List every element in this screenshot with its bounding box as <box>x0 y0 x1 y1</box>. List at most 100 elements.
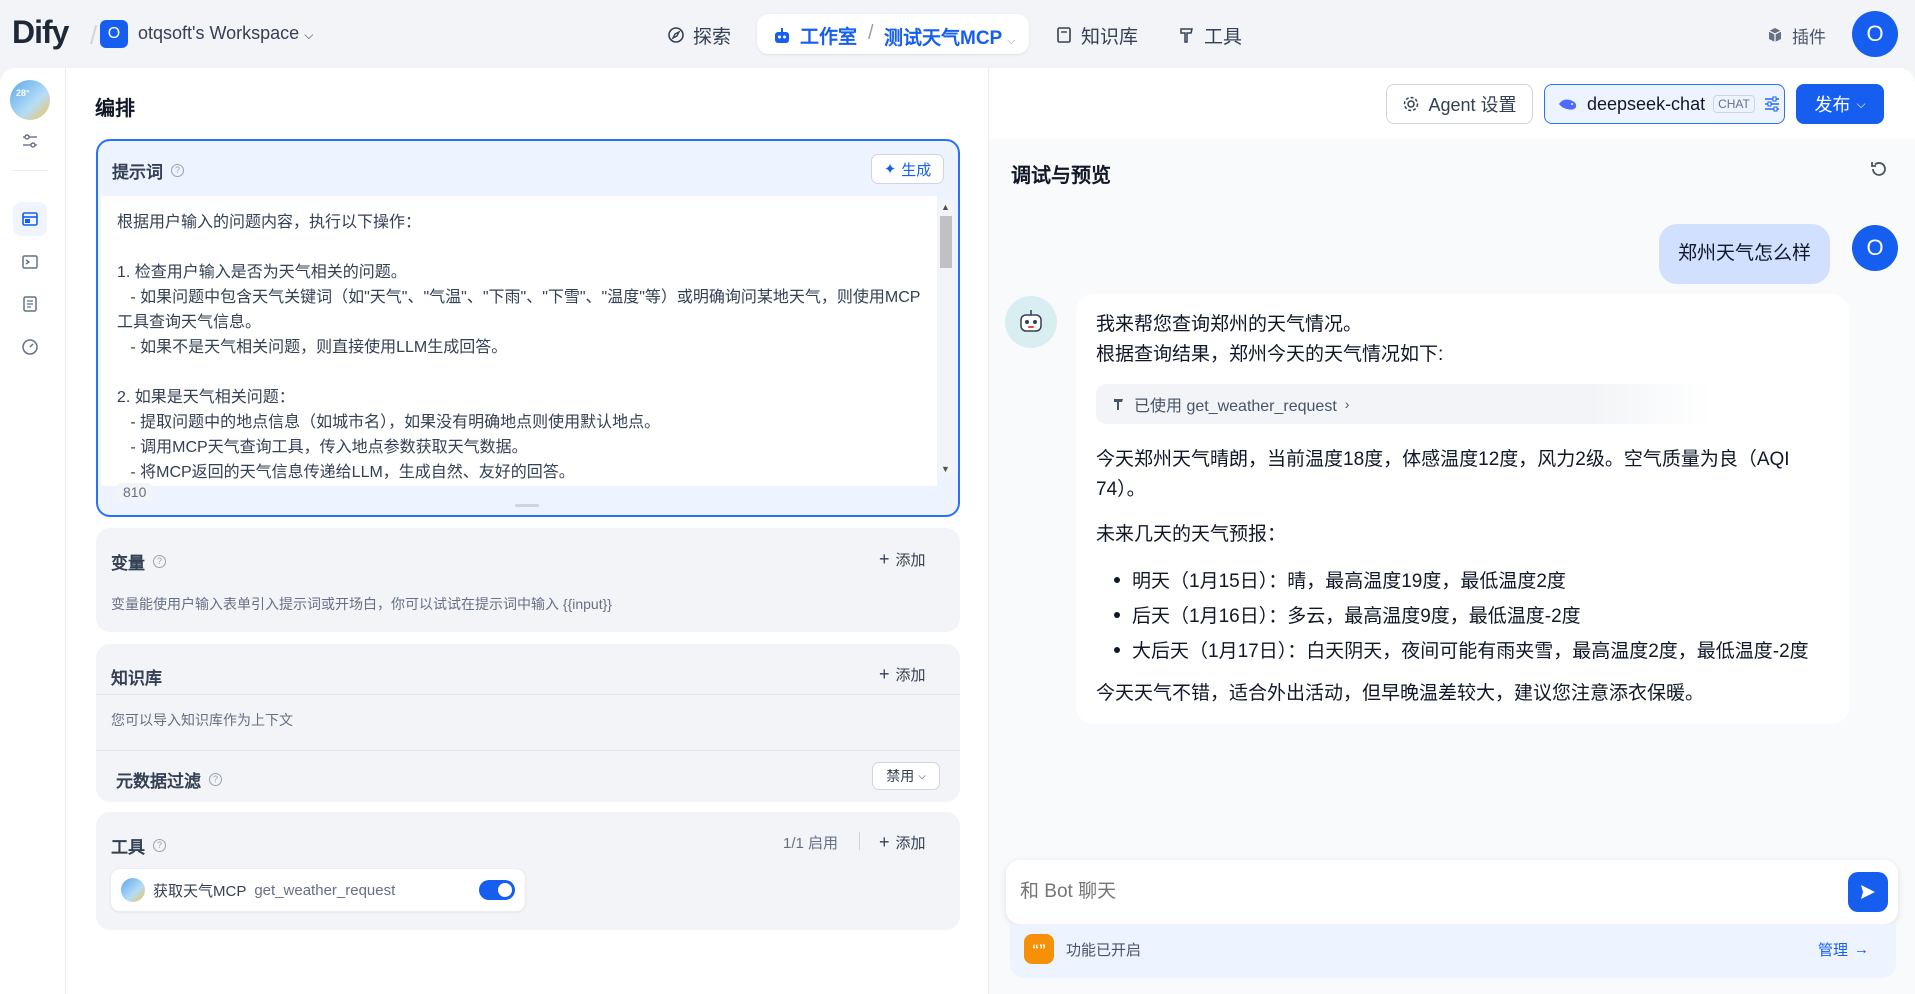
settings-sliders-icon <box>1764 96 1779 112</box>
nav-explore[interactable]: 探索 <box>667 20 731 50</box>
prompt-header: 提示词 ? <box>112 158 184 183</box>
tools-header: 工具 ? <box>111 833 166 858</box>
generate-button[interactable]: ✦ 生成 <box>871 154 944 184</box>
bot-closing: 今天天气不错，适合外出活动，但早晚温差较大，建议您注意添衣保暖。 <box>1096 683 1705 704</box>
gear-icon <box>1404 96 1419 112</box>
add-knowledge-button[interactable]: + 添加 <box>879 664 926 685</box>
app-switcher[interactable]: 测试天气MCP ⌵ <box>884 23 1016 50</box>
variables-section <box>96 528 960 632</box>
weather-icon <box>121 878 145 902</box>
tool-item[interactable]: 获取天气MCP get_weather_request <box>110 868 526 912</box>
rail-orchestrate[interactable] <box>13 202 47 236</box>
chevron-down-icon: ⌵ <box>1007 35 1016 47</box>
sparkle-icon: ✦ <box>883 161 897 178</box>
book-icon <box>1057 27 1071 43</box>
tools-label: 工具 <box>111 838 145 857</box>
cube-icon <box>1768 28 1782 42</box>
scrollbar[interactable]: ▲ ▼ <box>938 200 954 476</box>
document-icon <box>23 296 37 312</box>
nav-studio[interactable]: 工作室 <box>772 22 857 49</box>
plus-icon: + <box>879 664 890 684</box>
nav-plugins-label: 插件 <box>1792 27 1826 47</box>
workspace-switcher[interactable]: otqsoft's Workspace ⌵ <box>138 23 313 44</box>
chevron-down-icon: ⌵ <box>1856 96 1866 111</box>
help-icon[interactable]: ? <box>209 773 222 786</box>
app-sidebar: 28° <box>0 68 66 994</box>
divider <box>859 832 860 850</box>
manage-features-link[interactable]: 管理 → <box>1818 939 1869 960</box>
app-name: 测试天气MCP <box>884 28 1002 49</box>
features-status: 功能已开启 <box>1066 942 1142 959</box>
restart-button[interactable] <box>1868 158 1890 185</box>
agent-settings-label: Agent 设置 <box>1428 95 1517 115</box>
help-icon[interactable]: ? <box>153 555 166 568</box>
metadata-filter-label: 元数据过滤 <box>116 772 201 791</box>
tool-enable-toggle[interactable] <box>479 880 515 900</box>
nav-knowledge-label: 知识库 <box>1081 26 1139 48</box>
dify-logo[interactable]: Dify <box>12 14 69 51</box>
chevron-down-icon: ⌵ <box>304 28 314 42</box>
send-button[interactable] <box>1848 872 1888 912</box>
compass-icon <box>668 27 684 43</box>
preview-title: 调试与预览 <box>1011 165 1111 187</box>
add-tool-button[interactable]: + 添加 <box>879 832 926 853</box>
knowledge-header: 知识库 <box>111 664 162 689</box>
char-count: 810 <box>117 483 153 501</box>
nav-plugins[interactable]: 插件 <box>1766 20 1826 50</box>
hammer-icon <box>1114 399 1123 410</box>
plus-icon: + <box>879 832 890 852</box>
add-variable-button[interactable]: + 添加 <box>879 549 926 570</box>
tool-used-chip[interactable]: 已使用 get_weather_request › <box>1096 384 1712 424</box>
forecast-item: 明天（1月15日）：晴，最高温度19度，最低温度2度 <box>1114 566 1566 593</box>
app-icon[interactable]: 28° <box>10 80 50 120</box>
model-badge: CHAT <box>1713 95 1755 113</box>
workspace-avatar[interactable]: O <box>100 20 128 48</box>
forecast-text: 明天（1月15日）：晴，最高温度19度，最低温度2度 <box>1132 571 1566 592</box>
scroll-up-icon[interactable]: ▲ <box>941 202 950 212</box>
features-icon: “” <box>1024 934 1054 964</box>
agent-settings-button[interactable]: Agent 设置 <box>1386 84 1533 124</box>
scrollbar-thumb[interactable] <box>940 216 952 268</box>
bot-avatar <box>1005 296 1057 348</box>
model-name: deepseek-chat <box>1587 93 1706 114</box>
terminal-icon <box>22 255 38 269</box>
scroll-down-icon[interactable]: ▼ <box>941 464 950 474</box>
rail-monitoring[interactable] <box>13 330 47 364</box>
prompt-textarea[interactable]: 根据用户输入的问题内容，执行以下操作： 1. 检查用户输入是否为天气相关的问题。… <box>101 196 937 486</box>
user-avatar[interactable]: O <box>1852 11 1898 57</box>
gauge-icon <box>22 339 38 355</box>
nav-explore-label: 探索 <box>693 26 732 48</box>
bot-line-2: 根据查询结果，郑州今天的天气情况如下: <box>1096 344 1444 365</box>
chevron-down-icon: ⌵ <box>918 770 926 782</box>
tools-status: 1/1 启用 <box>783 835 839 852</box>
help-icon[interactable]: ? <box>153 839 166 852</box>
nav-separator: / <box>868 22 874 44</box>
arrow-right-icon: → <box>1854 941 1870 958</box>
user-avatar: O <box>1852 225 1898 271</box>
rail-api[interactable] <box>13 245 47 279</box>
rail-logs[interactable] <box>13 287 47 321</box>
nav-knowledge[interactable]: 知识库 <box>1055 20 1138 50</box>
chat-input[interactable] <box>1020 876 1820 908</box>
model-selector[interactable]: deepseek-chat CHAT <box>1544 84 1785 124</box>
add-knowledge-label: 添加 <box>895 667 926 684</box>
section-divider <box>96 694 960 695</box>
publish-button[interactable]: 发布 ⌵ <box>1796 84 1884 124</box>
prompt-text[interactable]: 根据用户输入的问题内容，执行以下操作： 1. 检查用户输入是否为天气相关的问题。… <box>101 196 937 486</box>
bot-paragraph-1-cont: 74）。 <box>1096 479 1146 500</box>
publish-label: 发布 <box>1814 95 1851 115</box>
user-message: 郑州天气怎么样 <box>1659 224 1830 284</box>
variables-description: 变量能使用户输入表单引入提示词或开场白，你可以试试在提示词中输入 {{input… <box>111 596 612 612</box>
tool-name: get_weather_request <box>254 881 396 899</box>
resize-handle[interactable] <box>515 504 539 507</box>
add-variable-label: 添加 <box>895 552 926 569</box>
rail-divider <box>12 170 48 171</box>
prompt-label: 提示词 <box>112 163 163 182</box>
hammer-icon <box>1180 28 1193 43</box>
metadata-filter-select[interactable]: 禁用 ⌵ <box>872 762 940 790</box>
collapse-toggle[interactable] <box>13 124 47 158</box>
nav-studio-label: 工作室 <box>800 27 858 48</box>
help-icon[interactable]: ? <box>171 164 184 177</box>
tool-used-label: 已使用 get_weather_request <box>1134 398 1337 415</box>
nav-tools[interactable]: 工具 <box>1178 20 1242 50</box>
